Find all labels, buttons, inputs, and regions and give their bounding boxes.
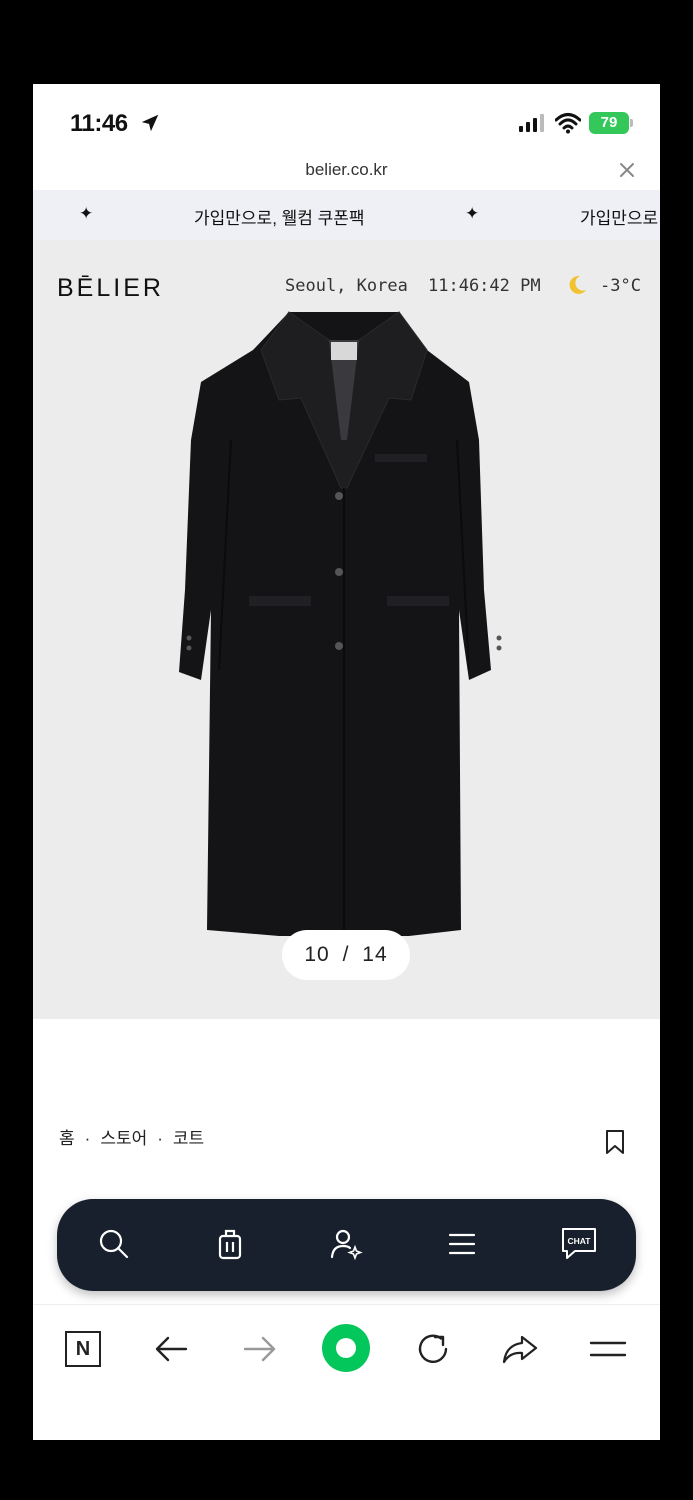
bookmark-icon[interactable] <box>605 1129 625 1155</box>
breadcrumb-coat[interactable]: 코트 <box>173 1129 204 1148</box>
promo-banner[interactable]: ✦ 가입만으로, 웰컴 쿠폰팩 ✦ 가입만으로 <box>33 190 660 240</box>
close-icon[interactable] <box>617 160 637 180</box>
banner-text-repeat[interactable]: 가입만으로 <box>580 204 658 229</box>
moon-icon <box>569 275 586 294</box>
product-gallery[interactable]: BĒLIER Seoul, Korea 11:46:42 PM -3°C 10 … <box>33 240 660 1019</box>
location-arrow-icon <box>141 114 159 132</box>
cellular-signal-icon <box>519 114 544 132</box>
banner-star-icon: ✦ <box>79 204 94 223</box>
chat-label: CHAT <box>568 1236 592 1246</box>
user-sparkle-icon[interactable] <box>329 1227 363 1261</box>
wifi-icon <box>555 113 581 134</box>
url-bar[interactable]: belier.co.kr <box>33 154 660 190</box>
green-dot-icon[interactable] <box>321 1323 371 1373</box>
pager-total: 14 <box>362 943 388 966</box>
forward-arrow-icon[interactable] <box>239 1329 279 1369</box>
brand-logo[interactable]: BĒLIER <box>57 274 164 303</box>
banner-star-icon: ✦ <box>465 204 480 223</box>
breadcrumb-store[interactable]: 스토어 <box>100 1129 147 1148</box>
naver-n-icon[interactable]: N <box>65 1331 101 1367</box>
search-icon[interactable] <box>97 1227 131 1261</box>
browser-menu-icon[interactable] <box>588 1329 628 1369</box>
pager-separator: / <box>342 943 350 966</box>
url-text[interactable]: belier.co.kr <box>33 160 660 180</box>
battery-level: 79 <box>589 112 629 134</box>
battery-cap <box>630 119 633 127</box>
breadcrumb-separator: · <box>157 1129 163 1148</box>
menu-icon[interactable] <box>445 1227 479 1261</box>
breadcrumb-home[interactable]: 홈 <box>59 1129 75 1148</box>
browser-toolbar: N <box>33 1304 660 1440</box>
status-bar: 11:46 79 <box>33 84 660 164</box>
chat-bubble-icon: CHAT <box>562 1228 596 1259</box>
floating-nav-bar: CHAT <box>57 1199 636 1291</box>
chat-icon[interactable]: CHAT <box>559 1225 599 1263</box>
back-arrow-icon[interactable] <box>152 1329 192 1369</box>
temperature-text: -3°C <box>600 276 641 296</box>
coat-product-image[interactable] <box>179 310 509 940</box>
breadcrumb-separator: · <box>84 1129 91 1148</box>
shopping-bag-icon[interactable] <box>213 1227 247 1261</box>
banner-text[interactable]: 가입만으로, 웰컴 쿠폰팩 <box>194 204 365 229</box>
share-icon[interactable] <box>500 1329 540 1369</box>
breadcrumb: 홈 · 스토어 · 코트 <box>59 1124 204 1149</box>
gallery-pager: 10 / 14 <box>282 930 410 980</box>
location-text: Seoul, Korea <box>285 276 408 296</box>
status-time: 11:46 <box>70 110 128 137</box>
clock-text: 11:46:42 PM <box>428 276 541 296</box>
phone-screen: 11:46 79 belier.co.kr ✦ 가입만으로, 웰컴 쿠폰팩 ✦ … <box>33 84 660 1440</box>
reload-icon[interactable] <box>413 1329 453 1369</box>
pager-current: 10 <box>304 943 330 966</box>
